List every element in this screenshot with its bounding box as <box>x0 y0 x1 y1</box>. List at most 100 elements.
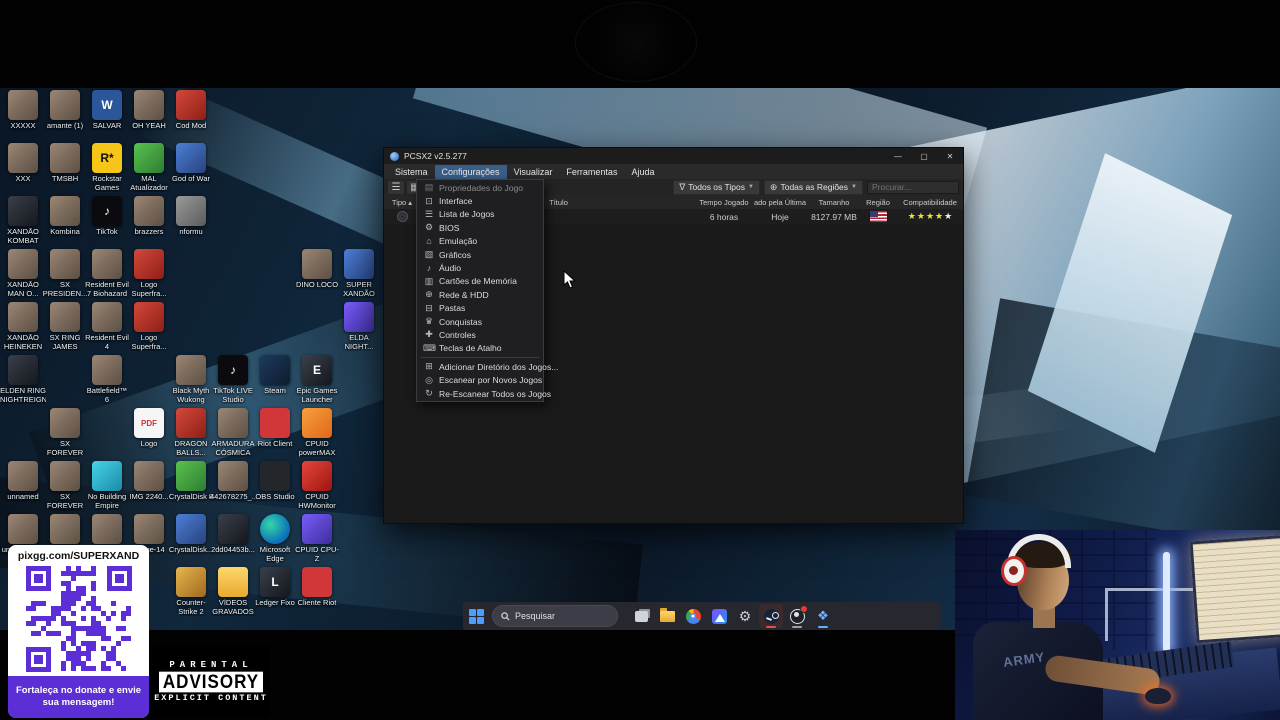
desktop-icon[interactable]: E Epic Games Launcher <box>296 355 338 404</box>
list-view-icon[interactable]: ☰ <box>388 180 404 194</box>
desktop-icon[interactable]: Logo Superfra... <box>128 249 170 298</box>
desktop-icon[interactable]: SX FOREVER SaW255 <box>44 461 86 511</box>
desktop-icon[interactable]: Battlefield™ 6 <box>86 355 128 404</box>
desktop-icon[interactable]: CPUID powerMAX <box>296 408 338 457</box>
taskbar-settings-icon[interactable]: ⚙ <box>733 604 757 628</box>
menu-ajuda[interactable]: Ajuda <box>624 165 661 179</box>
desktop-icon[interactable]: Steam <box>254 355 296 396</box>
close-button[interactable]: ✕ <box>937 148 963 164</box>
taskbar-search[interactable]: Pesquisar <box>492 605 618 627</box>
minimize-button[interactable]: — <box>885 148 911 164</box>
maximize-button[interactable]: ▢ <box>911 148 937 164</box>
settings-item[interactable]: ✚ Controles <box>417 328 543 341</box>
desktop-icon[interactable]: TMSBH <box>44 143 86 184</box>
settings-item[interactable]: ⌂ Emulação <box>417 235 543 248</box>
type-filter-dropdown[interactable]: ∇ Todos os Tipos ▼ <box>673 179 760 195</box>
taskbar-file-explorer-icon[interactable] <box>655 604 679 628</box>
desktop-icon[interactable]: ELDEN RING NIGHTREIGN <box>0 355 46 404</box>
desktop-icon[interactable]: nformu <box>170 196 212 237</box>
taskbar-steam-icon[interactable] <box>759 604 783 628</box>
desktop-icon[interactable]: ♪ TikTok <box>86 196 128 237</box>
dark-tile-icon: L <box>260 567 290 597</box>
taskbar-photos-icon[interactable] <box>707 604 731 628</box>
settings-item[interactable]: ◎ Escanear por Novos Jogos <box>417 373 543 386</box>
desktop-icon[interactable]: God of War <box>170 143 212 184</box>
taskbar-task-view-icon[interactable] <box>629 604 653 628</box>
settings-item[interactable]: ▥ Cartões de Memória <box>417 275 543 288</box>
settings-item[interactable]: ↻ Re-Escanear Todos os Jogos <box>417 387 551 400</box>
column-header[interactable]: ado pela Última <box>751 198 809 207</box>
settings-item[interactable]: ♪ Áudio <box>417 261 543 274</box>
desktop-icon[interactable]: DRAGON BALLS... <box>170 408 212 457</box>
menu-sistema[interactable]: Sistema <box>388 165 435 179</box>
tiktok-tile-icon: ♪ <box>218 355 248 385</box>
desktop-icon[interactable]: SUPER XANDÃO <box>338 249 380 298</box>
settings-item[interactable]: ☰ Lista de Jogos <box>417 208 543 221</box>
desktop-icon[interactable]: VÍDEOS GRAVADOS <box>212 567 254 616</box>
settings-item[interactable]: ⊞ Adicionar Diretório dos Jogos... <box>417 360 558 373</box>
desktop-icon[interactable]: SX RING JAMES <box>44 302 86 351</box>
desktop-icon[interactable]: No Building Empire <box>86 461 128 510</box>
desktop-icon[interactable]: R* Rockstar Games <box>86 143 128 192</box>
taskbar-pcsx2-icon[interactable]: ❖ <box>811 604 835 628</box>
taskbar-chrome-icon[interactable] <box>681 604 705 628</box>
desktop-icon[interactable]: Cod Mod <box>170 90 212 131</box>
column-header[interactable]: Região <box>859 198 897 207</box>
desktop-icon[interactable]: Microsoft Edge <box>254 514 296 563</box>
desktop-icon[interactable]: XANDÃO HEINEKEN <box>2 302 44 351</box>
desktop-icon[interactable]: OBS Studio <box>254 461 296 502</box>
desktop-icon[interactable]: SX PRESIDEN... <box>43 249 87 298</box>
desktop-icon[interactable]: Logo Superfra... <box>128 302 170 351</box>
desktop-icon[interactable]: PDF Logo <box>128 408 170 449</box>
desktop-icon[interactable]: Cliente Riot <box>296 567 338 608</box>
settings-item[interactable]: ♛ Conquistas <box>417 315 543 328</box>
desktop-icon[interactable]: 442678275_... <box>210 461 256 502</box>
desktop-icon[interactable]: OH YEAH <box>128 90 170 131</box>
taskbar-obs-icon[interactable] <box>785 604 809 628</box>
desktop-icon[interactable]: CrystalDisk... <box>169 514 213 555</box>
desktop-icon[interactable]: L Ledger Fixo <box>254 567 296 608</box>
desktop-icon[interactable]: W SALVAR <box>86 90 128 131</box>
menu-ferramentas[interactable]: Ferramentas <box>559 165 624 179</box>
settings-item[interactable]: ⊟ Pastas <box>417 302 543 315</box>
desktop-icon[interactable]: Counter-Strike 2 <box>170 567 212 616</box>
desktop-icon[interactable]: Resident Evil 7 Biohazard <box>85 249 129 298</box>
column-header[interactable]: Tamanho <box>809 198 859 207</box>
desktop-icon[interactable]: Resident Evil 4 <box>85 302 129 351</box>
desktop-icon[interactable]: CrystalDisk 8 <box>169 461 213 502</box>
desktop-icon[interactable]: ELDA NIGHT... <box>338 302 380 351</box>
desktop-icon[interactable]: XXXXX <box>2 90 44 131</box>
start-button[interactable] <box>469 608 484 624</box>
desktop-icon[interactable]: Riot Client <box>254 408 296 449</box>
desktop-icon[interactable]: Black Myth Wukong <box>170 355 212 404</box>
window-titlebar[interactable]: PCSX2 v2.5.277 — ▢ ✕ <box>384 148 963 164</box>
desktop-icon[interactable]: Kombina <box>44 196 86 237</box>
column-header[interactable]: Compatibilidade <box>897 198 963 207</box>
region-filter-dropdown[interactable]: ⊕ Todas as Regiões ▼ <box>763 179 863 195</box>
desktop-icon[interactable]: 2dd04453b... <box>211 514 255 555</box>
settings-item[interactable]: ▧ Gráficos <box>417 248 543 261</box>
column-header[interactable]: Tipo ▴ <box>384 198 420 207</box>
desktop-icon[interactable]: DINO LOCO <box>296 249 338 290</box>
search-input[interactable] <box>867 180 959 194</box>
desktop-icon[interactable]: amante (1) <box>44 90 86 131</box>
desktop-icon[interactable]: ♪ TikTok LIVE Studio <box>212 355 254 404</box>
settings-item[interactable]: ⌨ Teclas de Atalho <box>417 342 543 355</box>
desktop-icon[interactable]: IMG 2240... <box>128 461 170 502</box>
desktop-icon[interactable]: XANDÃO KOMBAT <box>2 196 44 245</box>
desktop-icon[interactable]: unnamed <box>2 461 44 502</box>
menu-configuracoes[interactable]: Configurações <box>434 164 507 179</box>
settings-item[interactable]: ⊕ Rede & HDD <box>417 288 543 301</box>
desktop-icon[interactable]: MAL Atualizador <box>128 143 170 192</box>
column-header[interactable]: Tempo Jogado <box>697 198 751 207</box>
desktop-icon[interactable]: SX FOREVER <box>44 408 86 457</box>
desktop-icon[interactable]: CPUID CPU-Z <box>295 514 339 563</box>
desktop-icon[interactable]: brazzers <box>128 196 170 237</box>
desktop-icon[interactable]: CPUID HWMonitor <box>296 461 338 510</box>
menu-visualizar[interactable]: Visualizar <box>507 165 560 179</box>
desktop-icon[interactable]: ARMADURA CÓSMICA <box>212 408 254 457</box>
settings-item[interactable]: ⚙ BIOS <box>417 221 543 234</box>
desktop-icon[interactable]: XXX <box>2 143 44 184</box>
settings-item[interactable]: ⊡ Interface <box>417 194 543 207</box>
desktop-icon[interactable]: XANDÃO MAN O... <box>2 249 44 298</box>
